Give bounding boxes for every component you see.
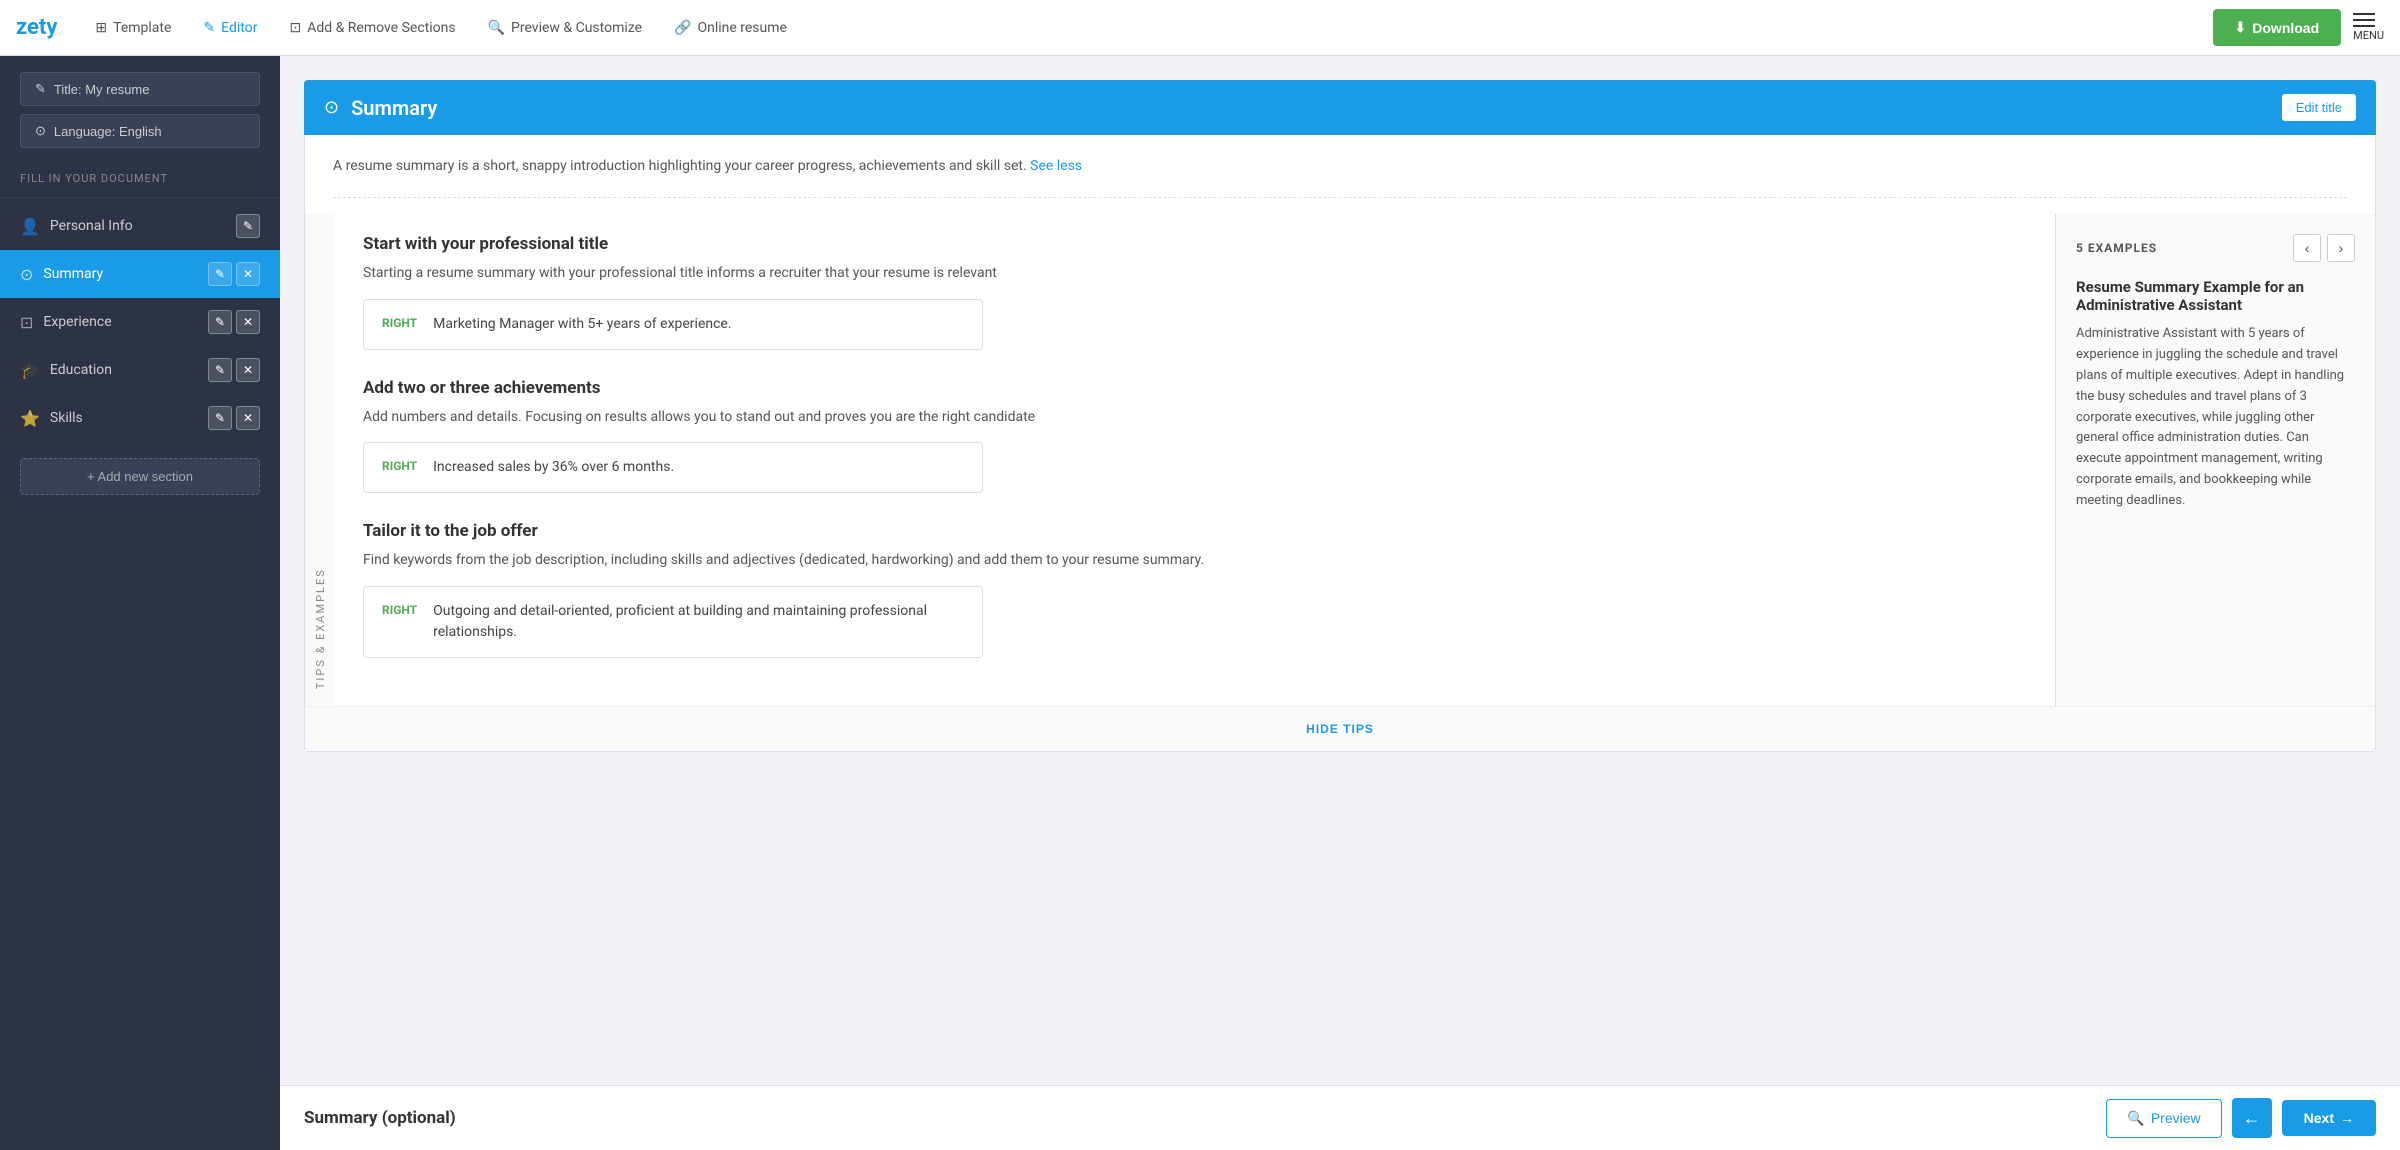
examples-nav: ‹ › — [2293, 234, 2355, 262]
preview-icon: 🔍 — [2127, 1110, 2144, 1127]
right-badge-3: RIGHT — [382, 601, 417, 617]
bottom-bar: Summary (optional) 🔍 Preview ← Next → — [280, 1085, 2400, 1150]
tips-content: Start with your professional title Start… — [335, 214, 2055, 705]
language-button[interactable]: ⊙ Language: English — [20, 114, 260, 148]
nav-editor[interactable]: ✎ Editor — [189, 12, 271, 44]
download-button[interactable]: ⬇ Download — [2213, 9, 2342, 46]
bottom-actions: 🔍 Preview ← Next → — [2106, 1098, 2376, 1138]
pencil-icon: ✎ — [35, 81, 46, 97]
edit-title-button[interactable]: Edit title — [2282, 94, 2356, 121]
arrow-right-icon: → — [2340, 1110, 2354, 1126]
add-section-button[interactable]: + Add new section — [20, 458, 260, 495]
tip-1-example-text: Marketing Manager with 5+ years of exper… — [433, 314, 731, 335]
tip-3: Tailor it to the job offer Find keywords… — [363, 521, 2027, 657]
bottom-section-label: Summary (optional) — [304, 1108, 456, 1128]
preview-button[interactable]: 🔍 Preview — [2106, 1099, 2221, 1138]
skills-icon: ⭐ — [20, 409, 40, 428]
example-card-text: Administrative Assistant with 5 years of… — [2076, 324, 2355, 511]
next-button[interactable]: Next → — [2282, 1100, 2376, 1136]
nav-template[interactable]: ⊞ Template — [81, 12, 185, 44]
summary-icon: ⊙ — [20, 265, 33, 284]
experience-actions: ✎ ✕ — [208, 310, 260, 334]
personal-info-edit-btn[interactable]: ✎ — [236, 214, 260, 238]
skills-delete-btn[interactable]: ✕ — [236, 406, 260, 430]
section-header: ⊙ Summary Edit title — [304, 80, 2376, 135]
tip-1-desc: Starting a resume summary with your prof… — [363, 262, 2027, 284]
sidebar-item-education[interactable]: 🎓 Education ✎ ✕ — [0, 346, 280, 394]
skills-edit-btn[interactable]: ✎ — [208, 406, 232, 430]
summary-delete-btn[interactable]: ✕ — [236, 262, 260, 286]
nav-items: ⊞ Template ✎ Editor ⊡ Add & Remove Secti… — [81, 12, 2212, 44]
sidebar-item-experience[interactable]: ⊡ Experience ✎ ✕ — [0, 298, 280, 346]
experience-delete-btn[interactable]: ✕ — [236, 310, 260, 334]
hide-tips-bar: HIDE TIPS — [305, 706, 2375, 751]
experience-edit-btn[interactable]: ✎ — [208, 310, 232, 334]
preview-nav-icon: 🔍 — [488, 20, 505, 36]
examples-count: 5 EXAMPLES — [2076, 241, 2157, 255]
editor-icon: ✎ — [203, 20, 215, 36]
menu-button[interactable]: MENU — [2353, 13, 2384, 42]
education-actions: ✎ ✕ — [208, 358, 260, 382]
nav-add-remove[interactable]: ⊡ Add & Remove Sections — [275, 12, 469, 44]
tip-3-desc: Find keywords from the job description, … — [363, 549, 2027, 571]
nav-online[interactable]: 🔗 Online resume — [660, 12, 801, 44]
examples-panel: 5 EXAMPLES ‹ › Resume Summary Example fo… — [2055, 214, 2375, 705]
tip-2: Add two or three achievements Add number… — [363, 378, 2027, 493]
hide-tips-button[interactable]: HIDE TIPS — [1306, 722, 1374, 736]
right-badge-2: RIGHT — [382, 457, 417, 473]
tips-vertical-label: TIPS & EXAMPLES — [305, 214, 335, 705]
nav-preview[interactable]: 🔍 Preview & Customize — [474, 12, 656, 44]
personal-info-actions: ✎ — [236, 214, 260, 238]
tip-1-example: RIGHT Marketing Manager with 5+ years of… — [363, 299, 983, 350]
sidebar: ✎ Title: My resume ⊙ Language: English F… — [0, 56, 280, 1150]
education-icon: 🎓 — [20, 361, 40, 380]
examples-panel-header: 5 EXAMPLES ‹ › — [2076, 234, 2355, 262]
person-icon: 👤 — [20, 217, 40, 236]
arrow-left-icon: ← — [2243, 1108, 2261, 1129]
tip-1: Start with your professional title Start… — [363, 234, 2027, 349]
template-icon: ⊞ — [95, 20, 107, 36]
add-remove-icon: ⊡ — [289, 20, 301, 36]
main-content: ⊙ Summary Edit title A resume summary is… — [280, 56, 2400, 1150]
sidebar-top-buttons: ✎ Title: My resume ⊙ Language: English — [0, 72, 280, 164]
education-edit-btn[interactable]: ✎ — [208, 358, 232, 382]
intro-text: A resume summary is a short, snappy intr… — [333, 155, 2347, 177]
skills-actions: ✎ ✕ — [208, 406, 260, 430]
right-badge-1: RIGHT — [382, 314, 417, 330]
education-delete-btn[interactable]: ✕ — [236, 358, 260, 382]
title-button[interactable]: ✎ Title: My resume — [20, 72, 260, 106]
app-layout: ✎ Title: My resume ⊙ Language: English F… — [0, 56, 2400, 1150]
summary-actions: ✎ ✕ — [208, 262, 260, 286]
tip-2-desc: Add numbers and details. Focusing on res… — [363, 406, 2027, 428]
sidebar-item-personal-info[interactable]: 👤 Personal Info ✎ — [0, 202, 280, 250]
see-less-link[interactable]: See less — [1030, 158, 1082, 174]
topnav: zety ⊞ Template ✎ Editor ⊡ Add & Remove … — [0, 0, 2400, 56]
section-header-icon: ⊙ — [324, 97, 339, 118]
tip-3-example: RIGHT Outgoing and detail-oriented, prof… — [363, 586, 983, 658]
section-title: Summary — [351, 96, 2282, 120]
example-card-title: Resume Summary Example for an Administra… — [2076, 278, 2355, 314]
tip-2-title: Add two or three achievements — [363, 378, 2027, 398]
brand-logo[interactable]: zety — [16, 15, 57, 40]
online-icon: 🔗 — [674, 20, 691, 36]
tip-3-title: Tailor it to the job offer — [363, 521, 2027, 541]
tip-2-example: RIGHT Increased sales by 36% over 6 mont… — [363, 442, 983, 493]
examples-prev-btn[interactable]: ‹ — [2293, 234, 2321, 262]
intro-section: A resume summary is a short, snappy intr… — [305, 135, 2375, 198]
download-icon: ⬇ — [2235, 19, 2247, 36]
content-card: A resume summary is a short, snappy intr… — [304, 135, 2376, 752]
tip-3-example-text: Outgoing and detail-oriented, proficient… — [433, 601, 964, 643]
back-button[interactable]: ← — [2232, 1098, 2272, 1138]
summary-edit-btn[interactable]: ✎ — [208, 262, 232, 286]
tip-1-title: Start with your professional title — [363, 234, 2027, 254]
sidebar-item-skills[interactable]: ⭐ Skills ✎ ✕ — [0, 394, 280, 442]
sidebar-item-summary[interactable]: ⊙ Summary ✎ ✕ — [0, 250, 280, 298]
tip-2-example-text: Increased sales by 36% over 6 months. — [433, 457, 674, 478]
examples-next-btn[interactable]: › — [2327, 234, 2355, 262]
topnav-right: ⬇ Download MENU — [2213, 9, 2384, 46]
fill-document-label: FILL IN YOUR DOCUMENT — [0, 164, 280, 193]
experience-icon: ⊡ — [20, 313, 33, 332]
language-icon: ⊙ — [35, 123, 46, 139]
tips-examples-wrapper: TIPS & EXAMPLES Start with your professi… — [305, 214, 2375, 705]
